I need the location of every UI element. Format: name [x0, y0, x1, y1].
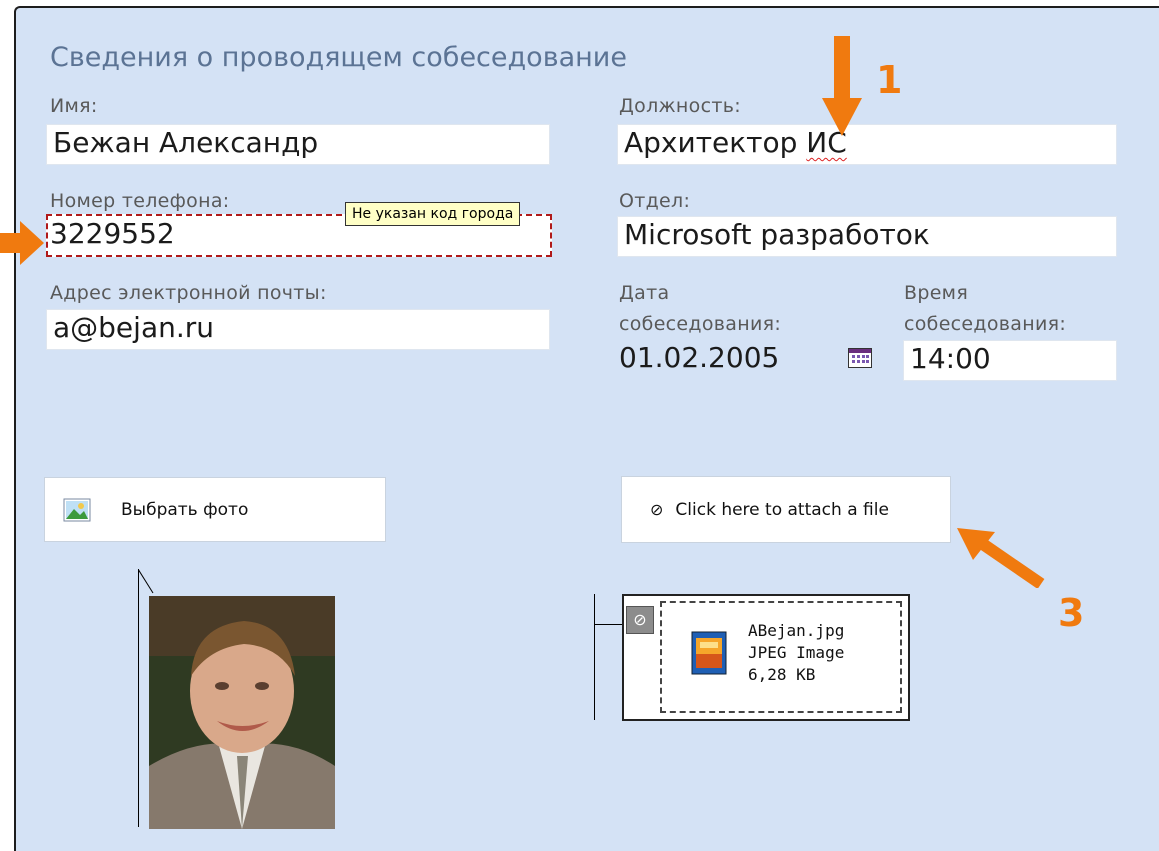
paperclip-icon: ⊘: [650, 500, 664, 519]
email-label: Адрес электронной почты:: [50, 282, 327, 304]
attachment-paperclip-icon[interactable]: ⊘: [626, 606, 654, 634]
attachment-leader-line: [594, 594, 595, 720]
interviewer-photo: [149, 596, 335, 829]
position-label: Должность:: [619, 95, 741, 117]
position-value: Архитектор: [624, 126, 807, 159]
annotation-number-3: 3: [1058, 591, 1085, 635]
validation-tooltip: Не указан код города: [345, 202, 521, 226]
choose-photo-button[interactable]: Выбрать фото: [44, 477, 386, 542]
calendar-icon[interactable]: [848, 348, 872, 368]
annotation-arrow-diagonal: [957, 528, 1045, 588]
picture-icon: [63, 498, 91, 522]
attachment-file-name: ABejan.jpg: [748, 621, 845, 640]
attachment-preview[interactable]: ⊘ ABejan.jpg JPEG Image 6,28 KB: [622, 594, 910, 721]
annotation-arrow-down: [822, 36, 862, 136]
time-input[interactable]: 14:00: [903, 340, 1117, 381]
name-label: Имя:: [50, 95, 98, 117]
choose-photo-label: Выбрать фото: [121, 499, 249, 520]
attachment-file-type: JPEG Image: [748, 643, 845, 662]
attachment-details: ABejan.jpg JPEG Image 6,28 KB: [748, 620, 844, 686]
annotation-arrow-right: [0, 221, 44, 265]
department-input[interactable]: Microsoft разработок: [617, 216, 1117, 257]
phone-label: Номер телефона:: [50, 190, 230, 212]
section-title: Сведения о проводящем собеседование: [50, 42, 627, 73]
date-label-line2: собеседования:: [619, 313, 782, 335]
attachment-leader-tick: [594, 624, 622, 625]
photo-leader-line: [138, 569, 139, 827]
photo-leader-diagonal: [138, 569, 154, 594]
department-label: Отдел:: [619, 190, 691, 212]
date-label-line1: Дата: [619, 282, 670, 304]
email-input[interactable]: a@bejan.ru: [46, 309, 550, 350]
attach-file-label: Click here to attach a file: [675, 499, 889, 520]
attachment-file-size: 6,28 KB: [748, 665, 816, 684]
time-label-line2: собеседования:: [904, 313, 1067, 335]
name-input[interactable]: Бежан Александр: [46, 124, 550, 165]
attach-file-button[interactable]: ⊘ Click here to attach a file: [621, 476, 951, 543]
time-label-line1: Время: [904, 282, 969, 304]
position-input[interactable]: Архитектор ИС: [617, 124, 1117, 165]
jpeg-file-icon: [690, 630, 730, 676]
annotation-number-1: 1: [876, 58, 903, 102]
